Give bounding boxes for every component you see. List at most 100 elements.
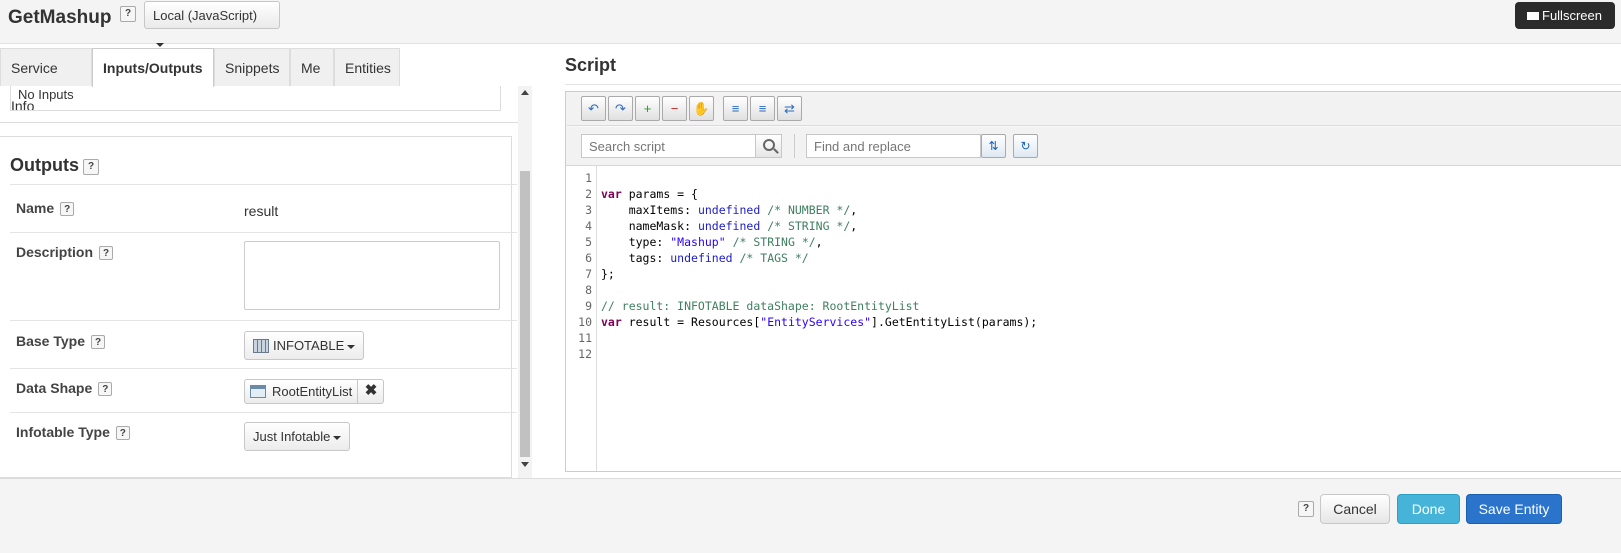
code-area[interactable]: 1 2 3 4 5 6 7 8 9 10 11 12 var params = …	[566, 166, 1621, 471]
script-title: Script	[565, 55, 617, 75]
line-gutter: 1 2 3 4 5 6 7 8 9 10 11 12	[566, 166, 597, 471]
fullscreen-button[interactable]: Fullscreen	[1515, 2, 1615, 29]
scroll-down-icon[interactable]	[521, 462, 529, 467]
language-select-value: Local (JavaScript)	[153, 8, 258, 23]
scroll-up-icon[interactable]	[521, 90, 529, 95]
tab-service-info[interactable]: Service Info	[0, 48, 92, 114]
output-base-type-row: Base Type? INFOTABLE	[10, 320, 517, 369]
infotable-type-help-icon[interactable]: ?	[115, 426, 130, 440]
language-select[interactable]: Local (JavaScript)	[144, 1, 280, 47]
data-shape-icon	[250, 385, 266, 399]
find-replace-input[interactable]	[806, 134, 981, 158]
no-inputs-box: No Inputs	[10, 86, 501, 111]
code-line: // result: INFOTABLE dataShape: RootEnti…	[601, 299, 920, 313]
line-number: 6	[585, 251, 592, 265]
search-script-input[interactable]	[581, 134, 756, 158]
remove-comment-icon[interactable]: −	[662, 96, 687, 121]
data-shape-label: Data Shape?	[16, 380, 113, 397]
fullscreen-label: Fullscreen	[1542, 8, 1602, 23]
line-number: 5	[585, 235, 592, 249]
top-bar: GetMashup ? Local (JavaScript) Fullscree…	[0, 0, 1621, 47]
service-title: GetMashup	[8, 7, 112, 28]
description-help-icon[interactable]: ?	[99, 246, 114, 260]
service-help-icon[interactable]: ?	[120, 6, 136, 22]
infotable-type-select[interactable]: Just Infotable	[244, 422, 351, 451]
redo-icon[interactable]: ↷	[608, 96, 633, 121]
chevron-down-icon	[156, 42, 164, 47]
data-shape-selector[interactable]: RootEntityList ✖	[244, 379, 384, 404]
name-label: Name?	[16, 200, 75, 217]
tab-me[interactable]: Me	[290, 48, 334, 86]
infotable-type-value: Just Infotable	[253, 429, 331, 444]
code-line: };	[601, 267, 615, 281]
line-number: 2	[585, 187, 592, 201]
base-type-value: INFOTABLE	[273, 338, 345, 353]
search-icon	[763, 139, 775, 151]
add-comment-icon[interactable]: +	[635, 96, 660, 121]
description-textarea[interactable]	[244, 241, 500, 310]
format-code-icon[interactable]: ⇄	[777, 96, 802, 121]
code-line: type: "Mashup" /* STRING */,	[601, 235, 823, 249]
editor-toolbar: ↶ ↷ + − ✋ ≡ ≡ ⇄ ⇅ ↻	[566, 92, 1621, 166]
data-shape-value: RootEntityList	[272, 384, 353, 399]
toolbar-separator	[794, 134, 795, 158]
toolbar-divider	[567, 125, 1621, 127]
line-number: 3	[585, 203, 592, 217]
line-number: 11	[578, 331, 592, 345]
code-line: nameMask: undefined /* STRING */,	[601, 219, 858, 233]
replace-icon[interactable]: ↻	[1013, 134, 1038, 158]
output-description-row: Description?	[10, 232, 517, 320]
chevron-down-icon	[333, 435, 342, 440]
base-type-help-icon[interactable]: ?	[91, 335, 105, 349]
infotable-type-label: Infotable Type?	[16, 424, 130, 441]
find-next-icon[interactable]: ⇅	[981, 134, 1006, 158]
inputs-section: No Inputs	[0, 86, 527, 123]
code-line: tags: undefined /* TAGS */	[601, 251, 809, 265]
cancel-button[interactable]: Cancel	[1320, 494, 1390, 524]
line-number: 7	[585, 267, 592, 281]
line-number: 12	[578, 347, 592, 361]
line-number: 10	[578, 315, 592, 329]
data-shape-help-icon[interactable]: ?	[98, 382, 113, 396]
done-button[interactable]: Done	[1397, 494, 1460, 524]
output-infotable-type-row: Infotable Type? Just Infotable	[10, 412, 517, 473]
base-type-select[interactable]: INFOTABLE	[244, 331, 365, 360]
outputs-help-icon[interactable]: ?	[83, 159, 99, 175]
indent-icon[interactable]: ≡	[723, 96, 748, 121]
save-entity-button[interactable]: Save Entity	[1466, 494, 1562, 524]
infotable-icon	[253, 338, 269, 353]
inputs-outputs-panel: No Inputs Outputs? Name? result Descript…	[0, 86, 535, 478]
tab-snippets[interactable]: Snippets	[214, 48, 290, 86]
outputs-heading: Outputs?	[10, 155, 99, 177]
divider	[565, 84, 1621, 85]
line-number: 1	[585, 171, 592, 185]
no-inputs-text: No Inputs	[18, 87, 74, 102]
search-script	[581, 134, 783, 158]
output-name-row: Name? result	[10, 184, 517, 233]
line-number: 9	[585, 299, 592, 313]
undo-icon[interactable]: ↶	[581, 96, 606, 121]
footer-help-icon[interactable]: ?	[1298, 501, 1314, 517]
output-data-shape-row: Data Shape? RootEntityList ✖	[10, 368, 517, 413]
line-number: 8	[585, 283, 592, 297]
footer-bar: ? Cancel Done Save Entity	[0, 478, 1621, 553]
name-help-icon[interactable]: ?	[60, 202, 75, 216]
tab-inputs-outputs[interactable]: Inputs/Outputs	[92, 48, 214, 87]
outputs-title: Outputs	[10, 155, 79, 175]
code-line: maxItems: undefined /* NUMBER */,	[601, 203, 858, 217]
outputs-section: Outputs? Name? result Description? Base …	[0, 136, 517, 478]
code-line: var result = Resources["EntityServices"]…	[601, 315, 1038, 329]
hand-icon[interactable]: ✋	[689, 96, 714, 121]
scrollbar-thumb[interactable]	[520, 171, 530, 457]
output-name-value: result	[244, 203, 279, 219]
chevron-down-icon	[347, 344, 356, 349]
search-button[interactable]	[755, 134, 782, 158]
description-label: Description?	[16, 244, 114, 261]
base-type-label: Base Type?	[16, 333, 105, 350]
remove-data-shape-icon[interactable]: ✖	[357, 379, 384, 404]
tab-entities[interactable]: Entities	[334, 48, 400, 86]
code-line: var params = {	[601, 187, 698, 201]
video-camera-icon	[1527, 11, 1539, 20]
left-panel-scrollbar[interactable]	[518, 86, 532, 478]
outdent-icon[interactable]: ≡	[750, 96, 775, 121]
